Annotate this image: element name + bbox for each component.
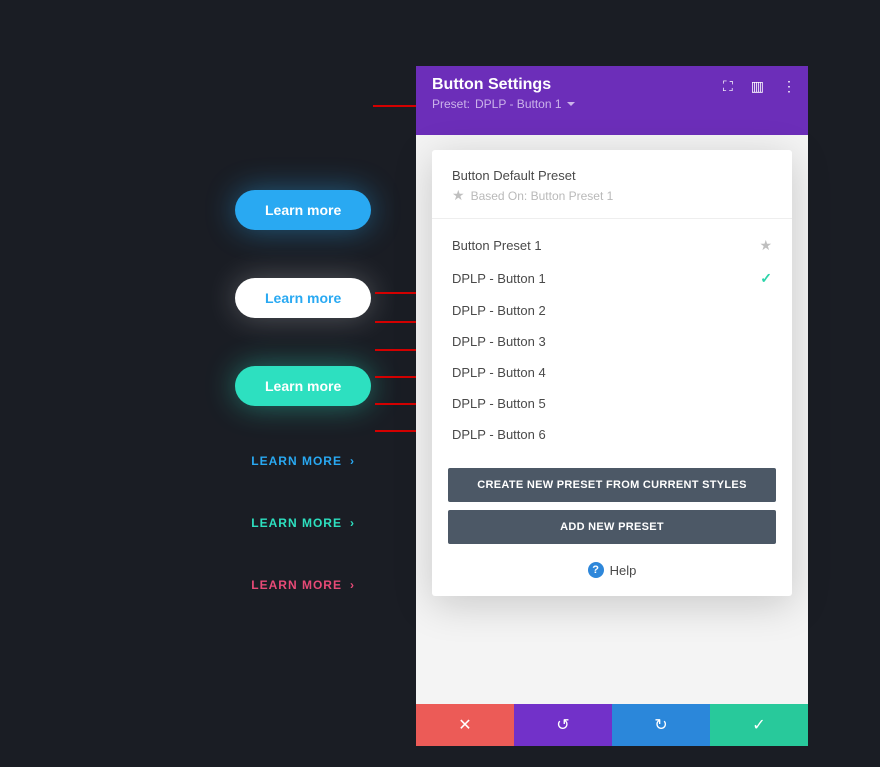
cancel-button[interactable]: ✕ [416,704,514,746]
star-icon: ★ [452,187,465,204]
panel-header: Button Settings Preset: DPLP - Button 1 … [416,66,808,135]
undo-button[interactable]: ↺ [514,704,612,746]
preset-item-label: DPLP - Button 1 [452,271,546,286]
link-label: LEARN MORE [251,516,342,530]
chevron-right-icon: › [350,454,355,468]
preset-item[interactable]: Button Preset 1 ★ [432,229,792,262]
more-icon[interactable]: ⋮ [782,78,796,95]
preview-link-6[interactable]: LEARN MORE › [251,578,355,592]
preset-list: Button Preset 1 ★ DPLP - Button 1 ✓ DPLP… [432,219,792,460]
preset-item-label: DPLP - Button 6 [452,427,546,442]
preset-item-label: DPLP - Button 3 [452,334,546,349]
help-row[interactable]: ? Help [432,562,792,578]
based-on-row: ★ Based On: Button Preset 1 [452,187,772,204]
preview-column: Learn more Learn more Learn more LEARN M… [235,190,371,592]
panel-footer: ✕ ↺ ↻ ✓ [416,704,808,746]
based-on-label: Based On: Button Preset 1 [471,189,614,203]
preview-button-2[interactable]: Learn more [235,278,371,318]
preset-dropdown: Button Default Preset ★ Based On: Button… [432,150,792,596]
preset-selector[interactable]: Preset: DPLP - Button 1 [432,97,792,111]
create-preset-button[interactable]: CREATE NEW PRESET FROM CURRENT STYLES [448,468,776,502]
preview-button-1[interactable]: Learn more [235,190,371,230]
preview-button-3[interactable]: Learn more [235,366,371,406]
preset-item-label: DPLP - Button 5 [452,396,546,411]
preset-item[interactable]: DPLP - Button 4 [432,357,792,388]
preset-item[interactable]: DPLP - Button 3 [432,326,792,357]
help-label: Help [610,563,637,578]
caret-down-icon [567,102,575,106]
preset-item-label: DPLP - Button 2 [452,303,546,318]
chevron-right-icon: › [350,578,355,592]
responsive-icon[interactable]: ▥ [751,78,764,95]
default-preset-title: Button Default Preset [452,168,772,183]
help-icon: ? [588,562,604,578]
preset-value: DPLP - Button 1 [475,97,562,111]
check-icon: ✓ [752,715,765,735]
focus-icon[interactable]: ⛶ [723,78,733,95]
undo-icon: ↺ [556,715,569,735]
preset-item[interactable]: DPLP - Button 5 [432,388,792,419]
save-button[interactable]: ✓ [710,704,808,746]
preset-item[interactable]: DPLP - Button 1 ✓ [432,262,792,295]
header-icons: ⛶ ▥ ⋮ [723,78,796,95]
default-preset-row[interactable]: Button Default Preset ★ Based On: Button… [432,150,792,219]
preset-item-label: DPLP - Button 4 [452,365,546,380]
link-label: LEARN MORE [251,454,342,468]
add-preset-button[interactable]: ADD NEW PRESET [448,510,776,544]
link-label: LEARN MORE [251,578,342,592]
preview-link-5[interactable]: LEARN MORE › [251,516,355,530]
star-icon[interactable]: ★ [759,237,772,254]
check-icon: ✓ [760,270,772,287]
chevron-right-icon: › [350,516,355,530]
redo-icon: ↻ [654,715,667,735]
preset-item[interactable]: DPLP - Button 2 [432,295,792,326]
redo-button[interactable]: ↻ [612,704,710,746]
preset-item-label: Button Preset 1 [452,238,542,253]
preview-link-4[interactable]: LEARN MORE › [251,454,355,468]
preset-label: Preset: [432,97,470,111]
dropdown-actions: CREATE NEW PRESET FROM CURRENT STYLES AD… [432,460,792,544]
preset-item[interactable]: DPLP - Button 6 [432,419,792,450]
close-icon: ✕ [458,715,471,735]
